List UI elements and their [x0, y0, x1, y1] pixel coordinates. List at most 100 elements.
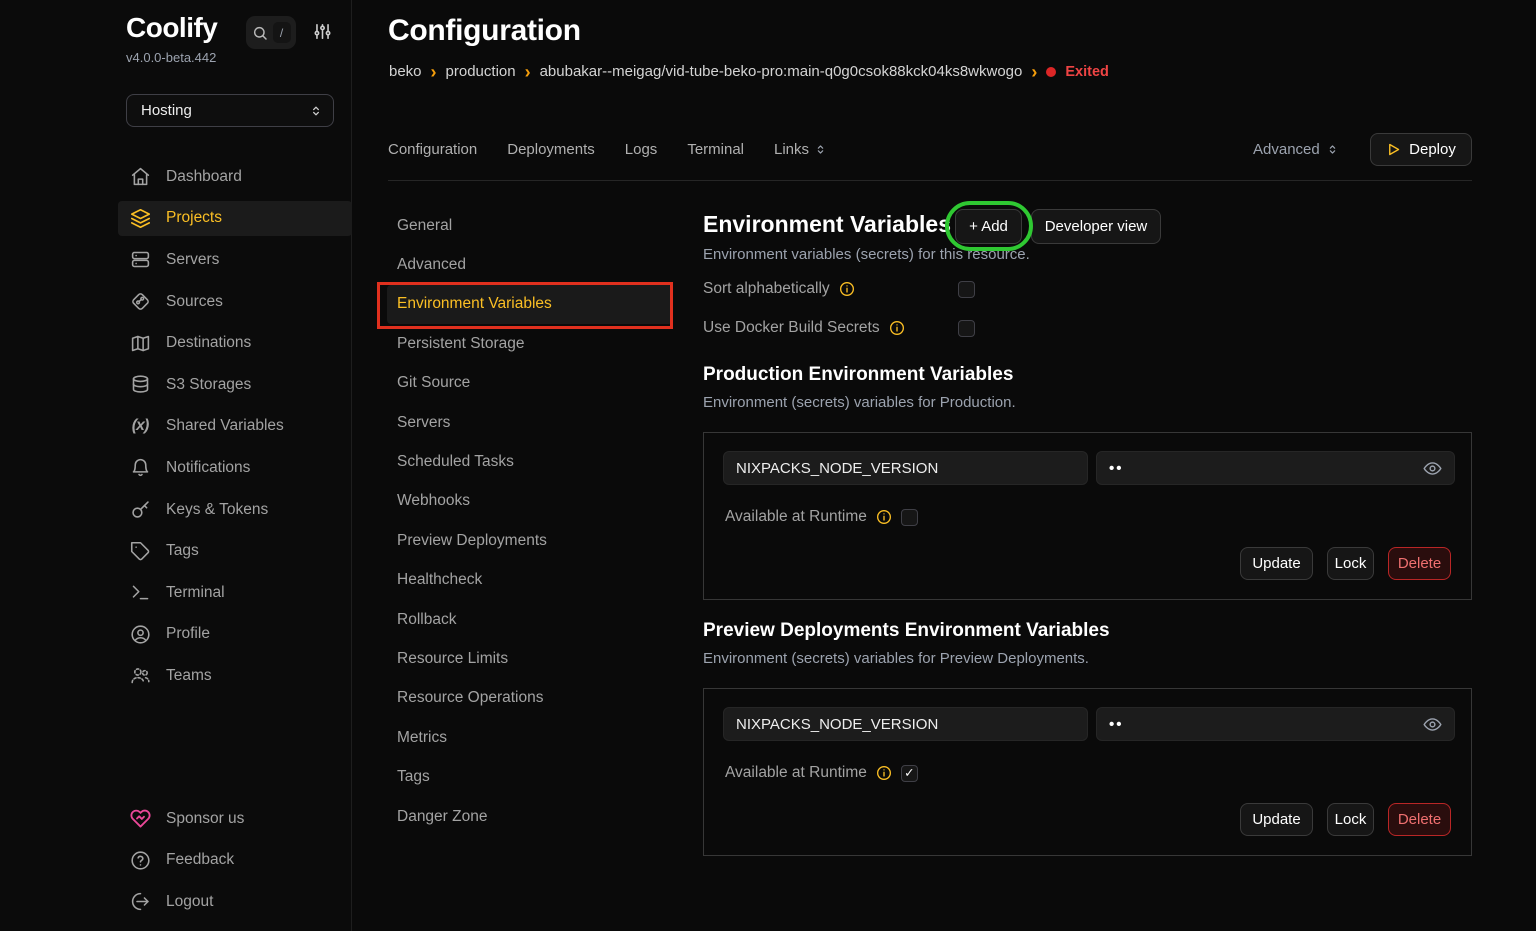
update-button[interactable]: Update [1240, 547, 1313, 580]
sidebar-item-label: Dashboard [166, 168, 242, 186]
sidebar-item-tags[interactable]: Tags [0, 530, 352, 572]
settings-sliders-icon[interactable] [313, 22, 332, 41]
available-at-runtime-row: Available at Runtime ✓ [725, 764, 918, 782]
variable-icon: (x) [129, 417, 151, 435]
breadcrumb-environment[interactable]: production [446, 63, 516, 80]
sidebar-item-sponsor[interactable]: Sponsor us [0, 798, 352, 840]
subnav-item-servers[interactable]: Servers [387, 403, 673, 442]
sidebar-item-shared-variables[interactable]: (x) Shared Variables [0, 406, 352, 448]
server-icon [129, 249, 151, 270]
page-title: Configuration [388, 14, 581, 48]
variable-value-field[interactable]: •• [1096, 707, 1455, 741]
variable-value-field[interactable]: •• [1096, 451, 1455, 485]
update-button[interactable]: Update [1240, 803, 1313, 836]
subnav-item-webhooks[interactable]: Webhooks [387, 482, 673, 521]
tab-configuration[interactable]: Configuration [388, 141, 477, 158]
breadcrumb-project[interactable]: beko [389, 63, 422, 80]
chevron-right-icon: › [1031, 65, 1037, 79]
subnav-item-environment-variables[interactable]: Environment Variables [387, 285, 673, 324]
available-at-runtime-label: Available at Runtime [725, 764, 867, 782]
sidebar-item-projects[interactable]: Projects [0, 198, 352, 240]
sort-alphabetically-checkbox[interactable] [958, 281, 975, 298]
subnav-item-scheduled-tasks[interactable]: Scheduled Tasks [387, 442, 673, 481]
available-at-runtime-checkbox[interactable] [901, 509, 918, 526]
available-at-runtime-label: Available at Runtime [725, 508, 867, 526]
git-source-icon [129, 291, 151, 312]
subnav-item-tags[interactable]: Tags [387, 757, 673, 796]
search-button[interactable]: / [246, 16, 296, 49]
sidebar-item-logout[interactable]: Logout [0, 881, 352, 923]
team-selector[interactable]: Hosting [126, 94, 334, 127]
sidebar-item-destinations[interactable]: Destinations [0, 322, 352, 364]
eye-icon[interactable] [1423, 715, 1442, 734]
subnav-item-git-source[interactable]: Git Source [387, 364, 673, 403]
sidebar-item-label: Sponsor us [166, 810, 244, 828]
variable-actions: Update Lock Delete [1240, 547, 1451, 580]
tab-links-label: Links [774, 141, 809, 158]
layers-icon [129, 208, 151, 229]
subnav-item-danger-zone[interactable]: Danger Zone [387, 797, 673, 836]
sidebar-item-label: Notifications [166, 459, 250, 477]
subnav-item-general[interactable]: General [387, 206, 673, 245]
production-variable-card: •• Available at Runtime Update Lock Dele… [703, 432, 1472, 600]
breadcrumb-resource[interactable]: abubakar--meigag/vid-tube-beko-pro:main-… [540, 63, 1023, 80]
sort-alphabetically-row: Sort alphabetically [703, 280, 855, 298]
docker-build-secrets-checkbox[interactable] [958, 320, 975, 337]
variable-key-input[interactable] [723, 451, 1088, 485]
bell-icon [129, 457, 151, 478]
subnav-item-metrics[interactable]: Metrics [387, 718, 673, 757]
available-at-runtime-checkbox[interactable]: ✓ [901, 765, 918, 782]
breadcrumb: beko › production › abubakar--meigag/vid… [389, 63, 1109, 80]
sidebar-item-teams[interactable]: Teams [0, 655, 352, 697]
sidebar-item-s3-storages[interactable]: S3 Storages [0, 364, 352, 406]
home-icon [129, 166, 151, 187]
sidebar-item-terminal[interactable]: Terminal [0, 572, 352, 614]
sidebar-item-feedback[interactable]: Feedback [0, 840, 352, 882]
sidebar-item-dashboard[interactable]: Dashboard [0, 156, 352, 198]
tab-deployments[interactable]: Deployments [507, 141, 595, 158]
team-selector-value: Hosting [141, 102, 309, 119]
settings-subnav: General Advanced Environment Variables P… [387, 206, 673, 836]
docker-build-secrets-row: Use Docker Build Secrets [703, 319, 905, 337]
tab-links[interactable]: Links [774, 141, 827, 158]
subnav-item-healthcheck[interactable]: Healthcheck [387, 561, 673, 600]
eye-icon[interactable] [1423, 459, 1442, 478]
tab-logs[interactable]: Logs [625, 141, 658, 158]
sidebar-item-notifications[interactable]: Notifications [0, 447, 352, 489]
lock-button[interactable]: Lock [1327, 803, 1374, 836]
subnav-item-resource-limits[interactable]: Resource Limits [387, 639, 673, 678]
subnav-item-advanced[interactable]: Advanced [387, 245, 673, 284]
production-env-heading: Production Environment Variables [703, 364, 1013, 386]
sidebar-nav: Dashboard Projects Servers Sources Desti… [0, 156, 352, 697]
tab-terminal[interactable]: Terminal [687, 141, 744, 158]
subnav-item-preview-deployments[interactable]: Preview Deployments [387, 521, 673, 560]
sidebar-item-servers[interactable]: Servers [0, 239, 352, 281]
status-badge: Exited [1065, 64, 1109, 80]
subnav-item-rollback[interactable]: Rollback [387, 600, 673, 639]
map-icon [129, 333, 151, 354]
masked-value: •• [1109, 716, 1423, 733]
subnav-item-resource-operations[interactable]: Resource Operations [387, 679, 673, 718]
sidebar-item-label: S3 Storages [166, 376, 251, 394]
variable-key-input[interactable] [723, 707, 1088, 741]
user-icon [129, 624, 151, 645]
search-shortcut-key: / [273, 22, 291, 43]
docker-build-secrets-label: Use Docker Build Secrets [703, 319, 880, 337]
sidebar-item-keys-tokens[interactable]: Keys & Tokens [0, 489, 352, 531]
play-icon [1386, 142, 1401, 157]
deploy-button[interactable]: Deploy [1370, 133, 1472, 166]
app-version: v4.0.0-beta.442 [126, 50, 216, 65]
sidebar-item-sources[interactable]: Sources [0, 281, 352, 323]
developer-view-button[interactable]: Developer view [1031, 209, 1161, 244]
delete-button[interactable]: Delete [1388, 803, 1451, 836]
preview-env-subtitle: Environment (secrets) variables for Prev… [703, 650, 1089, 667]
sidebar-item-profile[interactable]: Profile [0, 614, 352, 656]
lock-button[interactable]: Lock [1327, 547, 1374, 580]
add-variable-button[interactable]: + Add [955, 209, 1022, 244]
logout-icon [129, 891, 151, 912]
deploy-label: Deploy [1409, 141, 1456, 158]
sidebar-item-label: Shared Variables [166, 417, 284, 435]
advanced-dropdown[interactable]: Advanced [1253, 141, 1339, 158]
delete-button[interactable]: Delete [1388, 547, 1451, 580]
subnav-item-persistent-storage[interactable]: Persistent Storage [387, 324, 673, 363]
